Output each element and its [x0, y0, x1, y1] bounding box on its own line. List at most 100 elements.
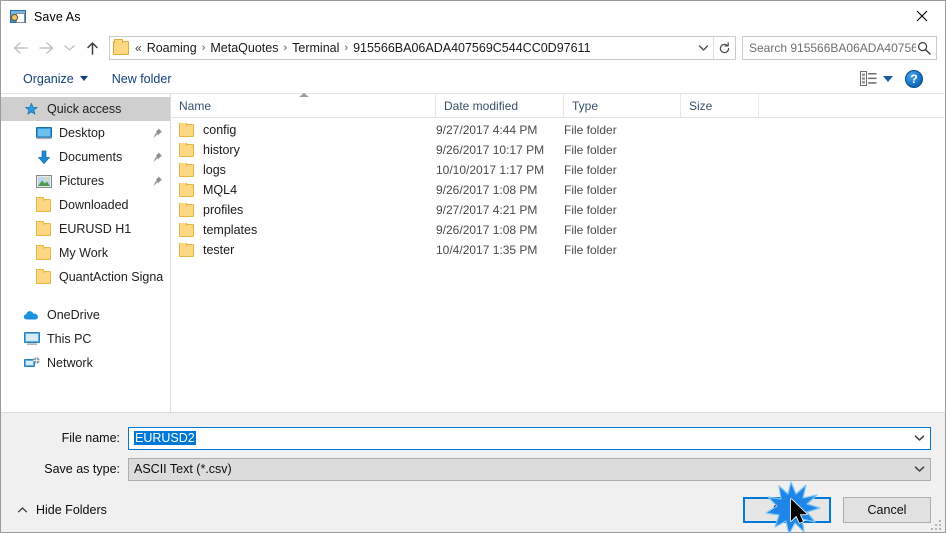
breadcrumb-overflow[interactable]: «	[133, 40, 144, 56]
sidebar-item-downloaded[interactable]: Downloaded	[1, 193, 170, 217]
breadcrumb-separator[interactable]: ›	[200, 42, 208, 54]
view-chevron-down-icon[interactable]	[883, 75, 893, 82]
close-button[interactable]	[899, 1, 945, 31]
file-name: templates	[203, 223, 258, 237]
sidebar-item-network[interactable]: Network	[1, 351, 170, 375]
file-type-cell: File folder	[564, 243, 617, 257]
save-button[interactable]: Save	[743, 497, 831, 523]
organize-button[interactable]: Organize	[17, 69, 94, 89]
address-chevron-down-icon[interactable]	[693, 37, 713, 59]
dialog-body: Quick access Desktop Documents Pictures …	[1, 92, 945, 413]
table-row[interactable]: history 9/26/2017 10:17 PM File folder	[171, 140, 945, 160]
documents-download-icon	[35, 149, 52, 165]
view-layout-icon[interactable]	[857, 69, 879, 89]
sidebar-item-desktop[interactable]: Desktop	[1, 121, 170, 145]
file-list-pane: Name Date modified Type Size config 9/27…	[171, 92, 945, 412]
file-date-cell: 10/10/2017 1:17 PM	[436, 163, 545, 177]
save-label: Save	[772, 503, 802, 517]
save-as-type-field[interactable]: ASCII Text (*.csv)	[128, 457, 931, 481]
hide-folders-label: Hide Folders	[36, 503, 107, 517]
file-name-label: File name:	[61, 431, 120, 445]
sidebar-item-quantaction-signal[interactable]: QuantAction Signal	[1, 265, 170, 289]
navigation-bar: « Roaming › MetaQuotes › Terminal › 9155…	[1, 32, 945, 64]
file-name: history	[203, 143, 240, 157]
sidebar-item-this-pc[interactable]: This PC	[1, 327, 170, 351]
pin-icon[interactable]	[150, 128, 164, 139]
this-pc-icon	[23, 331, 40, 347]
column-header-name[interactable]: Name	[171, 92, 436, 118]
file-name-value[interactable]: EURUSD2	[134, 431, 196, 445]
pictures-icon	[35, 173, 52, 189]
forward-arrow-icon[interactable]	[33, 35, 59, 61]
sidebar-item-pictures[interactable]: Pictures	[1, 169, 170, 193]
file-name-cell: tester	[171, 243, 436, 257]
table-row[interactable]: config 9/27/2017 4:44 PM File folder	[171, 120, 945, 140]
search-input[interactable]	[749, 41, 916, 55]
file-name-cell: MQL4	[171, 183, 436, 197]
file-rows: config 9/27/2017 4:44 PM File folder his…	[171, 118, 945, 412]
column-label: Size	[689, 98, 713, 113]
column-header-date-modified[interactable]: Date modified	[436, 93, 564, 118]
breadcrumb-separator[interactable]: ›	[281, 42, 289, 54]
table-row[interactable]: logs 10/10/2017 1:17 PM File folder	[171, 160, 945, 180]
address-bar[interactable]: « Roaming › MetaQuotes › Terminal › 9155…	[109, 36, 736, 60]
search-box[interactable]	[742, 36, 937, 60]
file-name-cell: templates	[171, 223, 436, 237]
breadcrumb-item-metaquotes[interactable]: MetaQuotes	[207, 40, 281, 56]
file-name-field[interactable]: EURUSD2	[128, 426, 931, 450]
file-type-cell: File folder	[564, 123, 617, 137]
save-as-type-chevron-down-icon[interactable]	[908, 459, 930, 480]
folder-icon	[113, 39, 129, 55]
sidebar-label: This PC	[47, 332, 92, 346]
sidebar-label: Network	[47, 356, 93, 370]
table-row[interactable]: tester 10/4/2017 1:35 PM File folder	[171, 240, 945, 260]
breadcrumb-item-terminal[interactable]: Terminal	[289, 40, 342, 56]
pin-icon[interactable]	[150, 152, 164, 163]
save-as-dialog: Save As « Roaming › MetaQuotes › Termina…	[0, 0, 946, 533]
hide-folders-button[interactable]: Hide Folders	[11, 499, 113, 521]
refresh-icon[interactable]	[713, 37, 735, 59]
new-folder-label: New folder	[111, 71, 172, 86]
recent-locations-chevron-down-icon[interactable]	[59, 35, 79, 61]
file-name-value-wrap[interactable]: EURUSD2	[129, 431, 908, 445]
sidebar-item-eurusd-h1[interactable]: EURUSD H1	[1, 217, 170, 241]
table-row[interactable]: MQL4 9/26/2017 1:08 PM File folder	[171, 180, 945, 200]
table-row[interactable]: profiles 9/27/2017 4:21 PM File folder	[171, 200, 945, 220]
folder-icon	[35, 220, 52, 237]
file-name-cell: profiles	[171, 203, 436, 217]
sidebar-item-quick-access[interactable]: Quick access	[1, 97, 170, 121]
column-label: Type	[572, 98, 599, 113]
new-folder-button[interactable]: New folder	[106, 69, 178, 89]
table-row[interactable]: templates 9/26/2017 1:08 PM File folder	[171, 220, 945, 240]
breadcrumb-separator[interactable]: ›	[342, 42, 350, 54]
column-headers: Name Date modified Type Size	[171, 92, 945, 118]
search-icon[interactable]	[916, 41, 932, 55]
pin-icon[interactable]	[150, 176, 164, 187]
folder-icon	[179, 163, 195, 177]
sidebar-item-onedrive[interactable]: OneDrive	[1, 303, 170, 327]
save-as-type-row: Save as type: ASCII Text (*.csv)	[1, 457, 945, 481]
sidebar-label: My Work	[59, 246, 109, 260]
sidebar-label: Desktop	[59, 126, 105, 140]
save-as-icon	[10, 9, 26, 25]
back-arrow-icon[interactable]	[7, 35, 33, 61]
resize-grip[interactable]	[930, 518, 942, 530]
column-header-size[interactable]: Size	[681, 93, 759, 118]
sidebar-item-documents[interactable]: Documents	[1, 145, 170, 169]
file-name-chevron-down-icon[interactable]	[908, 428, 930, 449]
file-name: profiles	[203, 203, 244, 217]
breadcrumb-item-roaming[interactable]: Roaming	[144, 40, 200, 56]
cancel-button[interactable]: Cancel	[843, 497, 931, 523]
folder-icon	[179, 143, 195, 157]
help-button[interactable]: ?	[905, 69, 923, 88]
title-bar: Save As	[1, 1, 945, 32]
column-header-type[interactable]: Type	[564, 93, 681, 118]
breadcrumb-item-guid[interactable]: 915566BA06ADA407569C544CC0D97611	[350, 40, 593, 56]
file-name-cell: history	[171, 143, 436, 157]
sidebar-item-my-work[interactable]: My Work	[1, 241, 170, 265]
folder-icon	[179, 183, 195, 197]
up-arrow-icon[interactable]	[79, 35, 105, 61]
file-type-cell: File folder	[564, 203, 617, 217]
folder-icon	[35, 244, 52, 261]
folder-icon	[179, 203, 195, 217]
